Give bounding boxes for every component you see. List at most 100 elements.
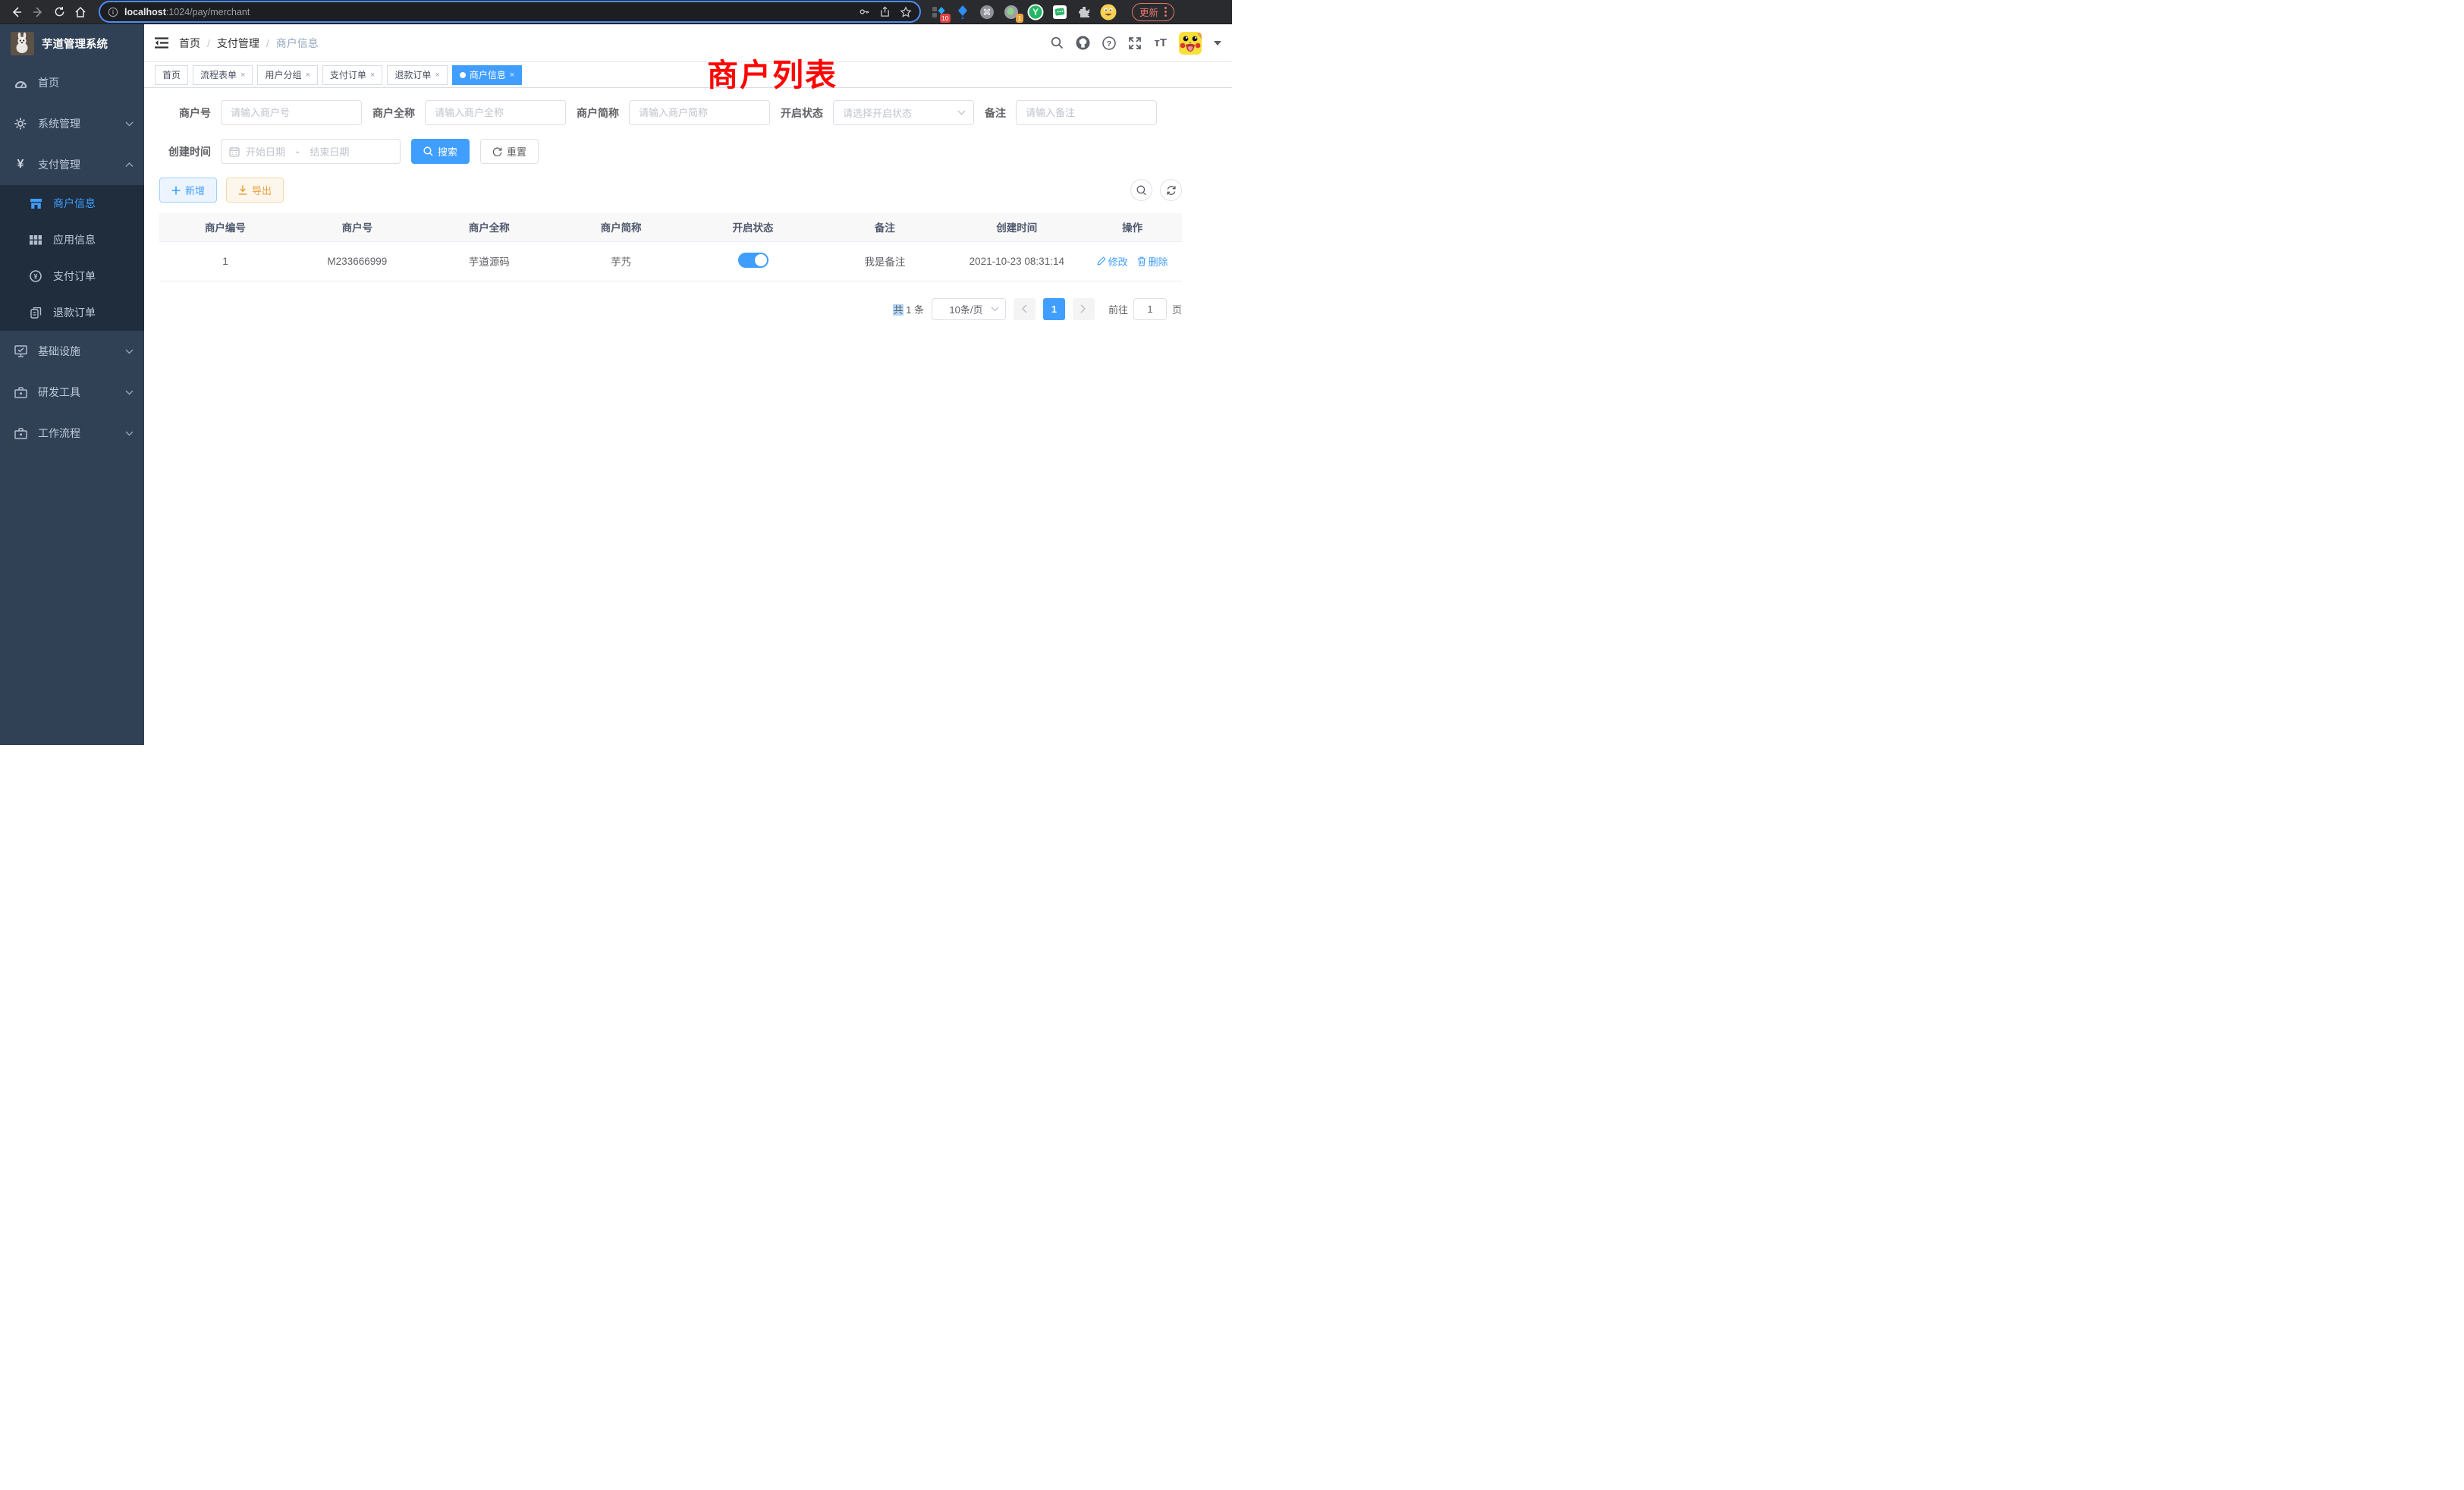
refresh-table-button[interactable] <box>1160 179 1182 201</box>
breadcrumb-home[interactable]: 首页 <box>179 36 200 51</box>
merchant-no-input[interactable] <box>221 100 362 125</box>
tab-process-form[interactable]: 流程表单× <box>193 65 253 85</box>
extension-recorder-icon[interactable]: 1 <box>1003 4 1020 20</box>
calendar-icon <box>229 146 240 157</box>
sidebar-item-app-info[interactable]: 应用信息 <box>0 222 144 258</box>
header-search-icon[interactable] <box>1051 36 1064 49</box>
filter-row-1: 商户号 商户全称 商户简称 开启状态 请选择开启状态 <box>159 100 1182 125</box>
profile-emoji-avatar[interactable] <box>1100 4 1117 20</box>
filter-row-2: 创建时间 开始日期 - 结束日期 搜索 <box>159 139 1182 164</box>
help-icon[interactable]: ? <box>1102 36 1116 50</box>
bookmark-star-icon[interactable] <box>900 6 912 18</box>
page-size-select[interactable]: 10条/页 <box>932 298 1006 320</box>
add-button-label: 新增 <box>185 183 205 197</box>
edit-pen-icon <box>1097 256 1106 266</box>
close-icon[interactable]: × <box>240 71 245 80</box>
close-icon[interactable]: × <box>435 71 439 80</box>
cell-merchant-id: M233666999 <box>291 241 423 281</box>
browser-reload-button[interactable] <box>49 2 70 23</box>
edit-link[interactable]: 修改 <box>1097 254 1128 269</box>
reset-button[interactable]: 重置 <box>480 139 539 164</box>
page-number-button[interactable]: 1 <box>1043 298 1065 320</box>
sidebar-collapse-button[interactable] <box>155 37 168 49</box>
sidebar-item-label: 退款订单 <box>53 305 96 320</box>
font-size-icon[interactable]: ᴛT <box>1154 36 1167 49</box>
browser-home-button[interactable] <box>70 2 91 23</box>
cell-merchant-no: 1 <box>159 241 291 281</box>
main-area: 商户列表 首页 / 支付管理 / 商户信息 ? ᴛT <box>144 24 1232 745</box>
sidebar-item-payment[interactable]: ¥ 支付管理 <box>0 144 144 185</box>
chevron-down-icon <box>991 306 999 312</box>
chevron-down-icon <box>125 121 134 127</box>
fullscreen-icon[interactable] <box>1128 36 1142 50</box>
tab-label: 支付订单 <box>330 68 366 81</box>
password-key-icon[interactable] <box>859 6 870 17</box>
breadcrumb-section[interactable]: 支付管理 <box>217 36 259 51</box>
site-info-icon[interactable] <box>108 7 118 17</box>
github-icon[interactable] <box>1076 36 1090 50</box>
search-icon <box>423 146 433 156</box>
toggle-search-button[interactable] <box>1130 179 1152 201</box>
sidebar-item-workflow[interactable]: 工作流程 <box>0 413 144 454</box>
page-size-value: 10条/页 <box>941 302 991 316</box>
search-button[interactable]: 搜索 <box>411 139 470 164</box>
pagination: 共 1 条 10条/页 1 前往 页 <box>159 298 1182 320</box>
pikachu-avatar-icon <box>1179 32 1202 55</box>
status-toggle[interactable] <box>738 253 768 268</box>
sidebar-item-infrastructure[interactable]: 基础设施 <box>0 331 144 372</box>
browser-menu-icon[interactable] <box>1164 7 1167 17</box>
sidebar-item-refund-order[interactable]: 退款订单 <box>0 294 144 331</box>
sidebar-item-dev-tools[interactable]: 研发工具 <box>0 372 144 413</box>
extension-y-icon[interactable]: Y <box>1027 4 1044 20</box>
user-avatar[interactable] <box>1179 32 1202 55</box>
user-caret-down-icon[interactable] <box>1214 41 1221 46</box>
extension-kite-icon[interactable] <box>954 4 971 20</box>
date-range-picker[interactable]: 开始日期 - 结束日期 <box>221 139 401 164</box>
close-icon[interactable]: × <box>510 71 514 80</box>
active-dot-icon <box>460 72 466 78</box>
extension-badge: 1 <box>1016 14 1023 22</box>
extension-chat-icon[interactable] <box>1051 4 1068 20</box>
short-name-input[interactable] <box>629 100 770 125</box>
address-bar[interactable]: localhost:1024/pay/merchant <box>100 2 919 21</box>
refresh-icon <box>492 146 502 156</box>
forward-arrow-icon <box>32 6 44 18</box>
extension-command-icon[interactable]: ⌘ <box>979 4 995 20</box>
close-icon[interactable]: × <box>370 71 375 80</box>
export-button[interactable]: 导出 <box>226 178 284 203</box>
add-button[interactable]: 新增 <box>159 178 217 203</box>
tab-label: 退款订单 <box>394 68 431 81</box>
sidebar-item-pay-order[interactable]: ¥ 支付订单 <box>0 258 144 294</box>
tab-merchant-info[interactable]: 商户信息× <box>452 65 522 85</box>
extension-blue-diamond-icon[interactable]: 10 <box>930 4 947 20</box>
sidebar-item-merchant-info[interactable]: 商户信息 <box>0 185 144 222</box>
remark-input[interactable] <box>1016 100 1157 125</box>
tab-user-group[interactable]: 用户分组× <box>257 65 317 85</box>
goto-page-input[interactable] <box>1133 298 1167 320</box>
y-logo-glyph: Y <box>1027 4 1044 20</box>
sidebar-item-system[interactable]: 系统管理 <box>0 103 144 144</box>
tab-home[interactable]: 首页 <box>155 65 188 85</box>
share-icon[interactable] <box>879 6 891 17</box>
status-select[interactable]: 请选择开启状态 <box>833 100 974 125</box>
tab-refund-order[interactable]: 退款订单 × <box>387 65 447 85</box>
delete-link[interactable]: 删除 <box>1137 254 1168 269</box>
browser-back-button[interactable] <box>6 2 27 23</box>
prev-page-button[interactable] <box>1014 298 1036 320</box>
next-page-button[interactable] <box>1073 298 1095 320</box>
full-name-input[interactable] <box>425 100 566 125</box>
search-icon <box>1136 185 1147 196</box>
tab-pay-order[interactable]: 支付订单 × <box>322 65 382 85</box>
extensions-puzzle-icon[interactable] <box>1076 4 1092 20</box>
close-icon[interactable]: × <box>305 71 310 80</box>
app-logo-row[interactable]: 芋道管理系统 <box>0 24 144 62</box>
puzzle-glyph <box>1077 5 1091 19</box>
svg-text:⌘: ⌘ <box>983 8 992 17</box>
grid-icon <box>29 235 42 245</box>
browser-update-button[interactable]: 更新 <box>1132 3 1174 21</box>
col-short-name: 商户简称 <box>555 213 687 241</box>
sidebar-item-home[interactable]: 首页 <box>0 62 144 103</box>
chevron-down-icon <box>125 349 134 354</box>
toggle-knob <box>755 254 767 266</box>
browser-forward-button[interactable] <box>27 2 49 23</box>
